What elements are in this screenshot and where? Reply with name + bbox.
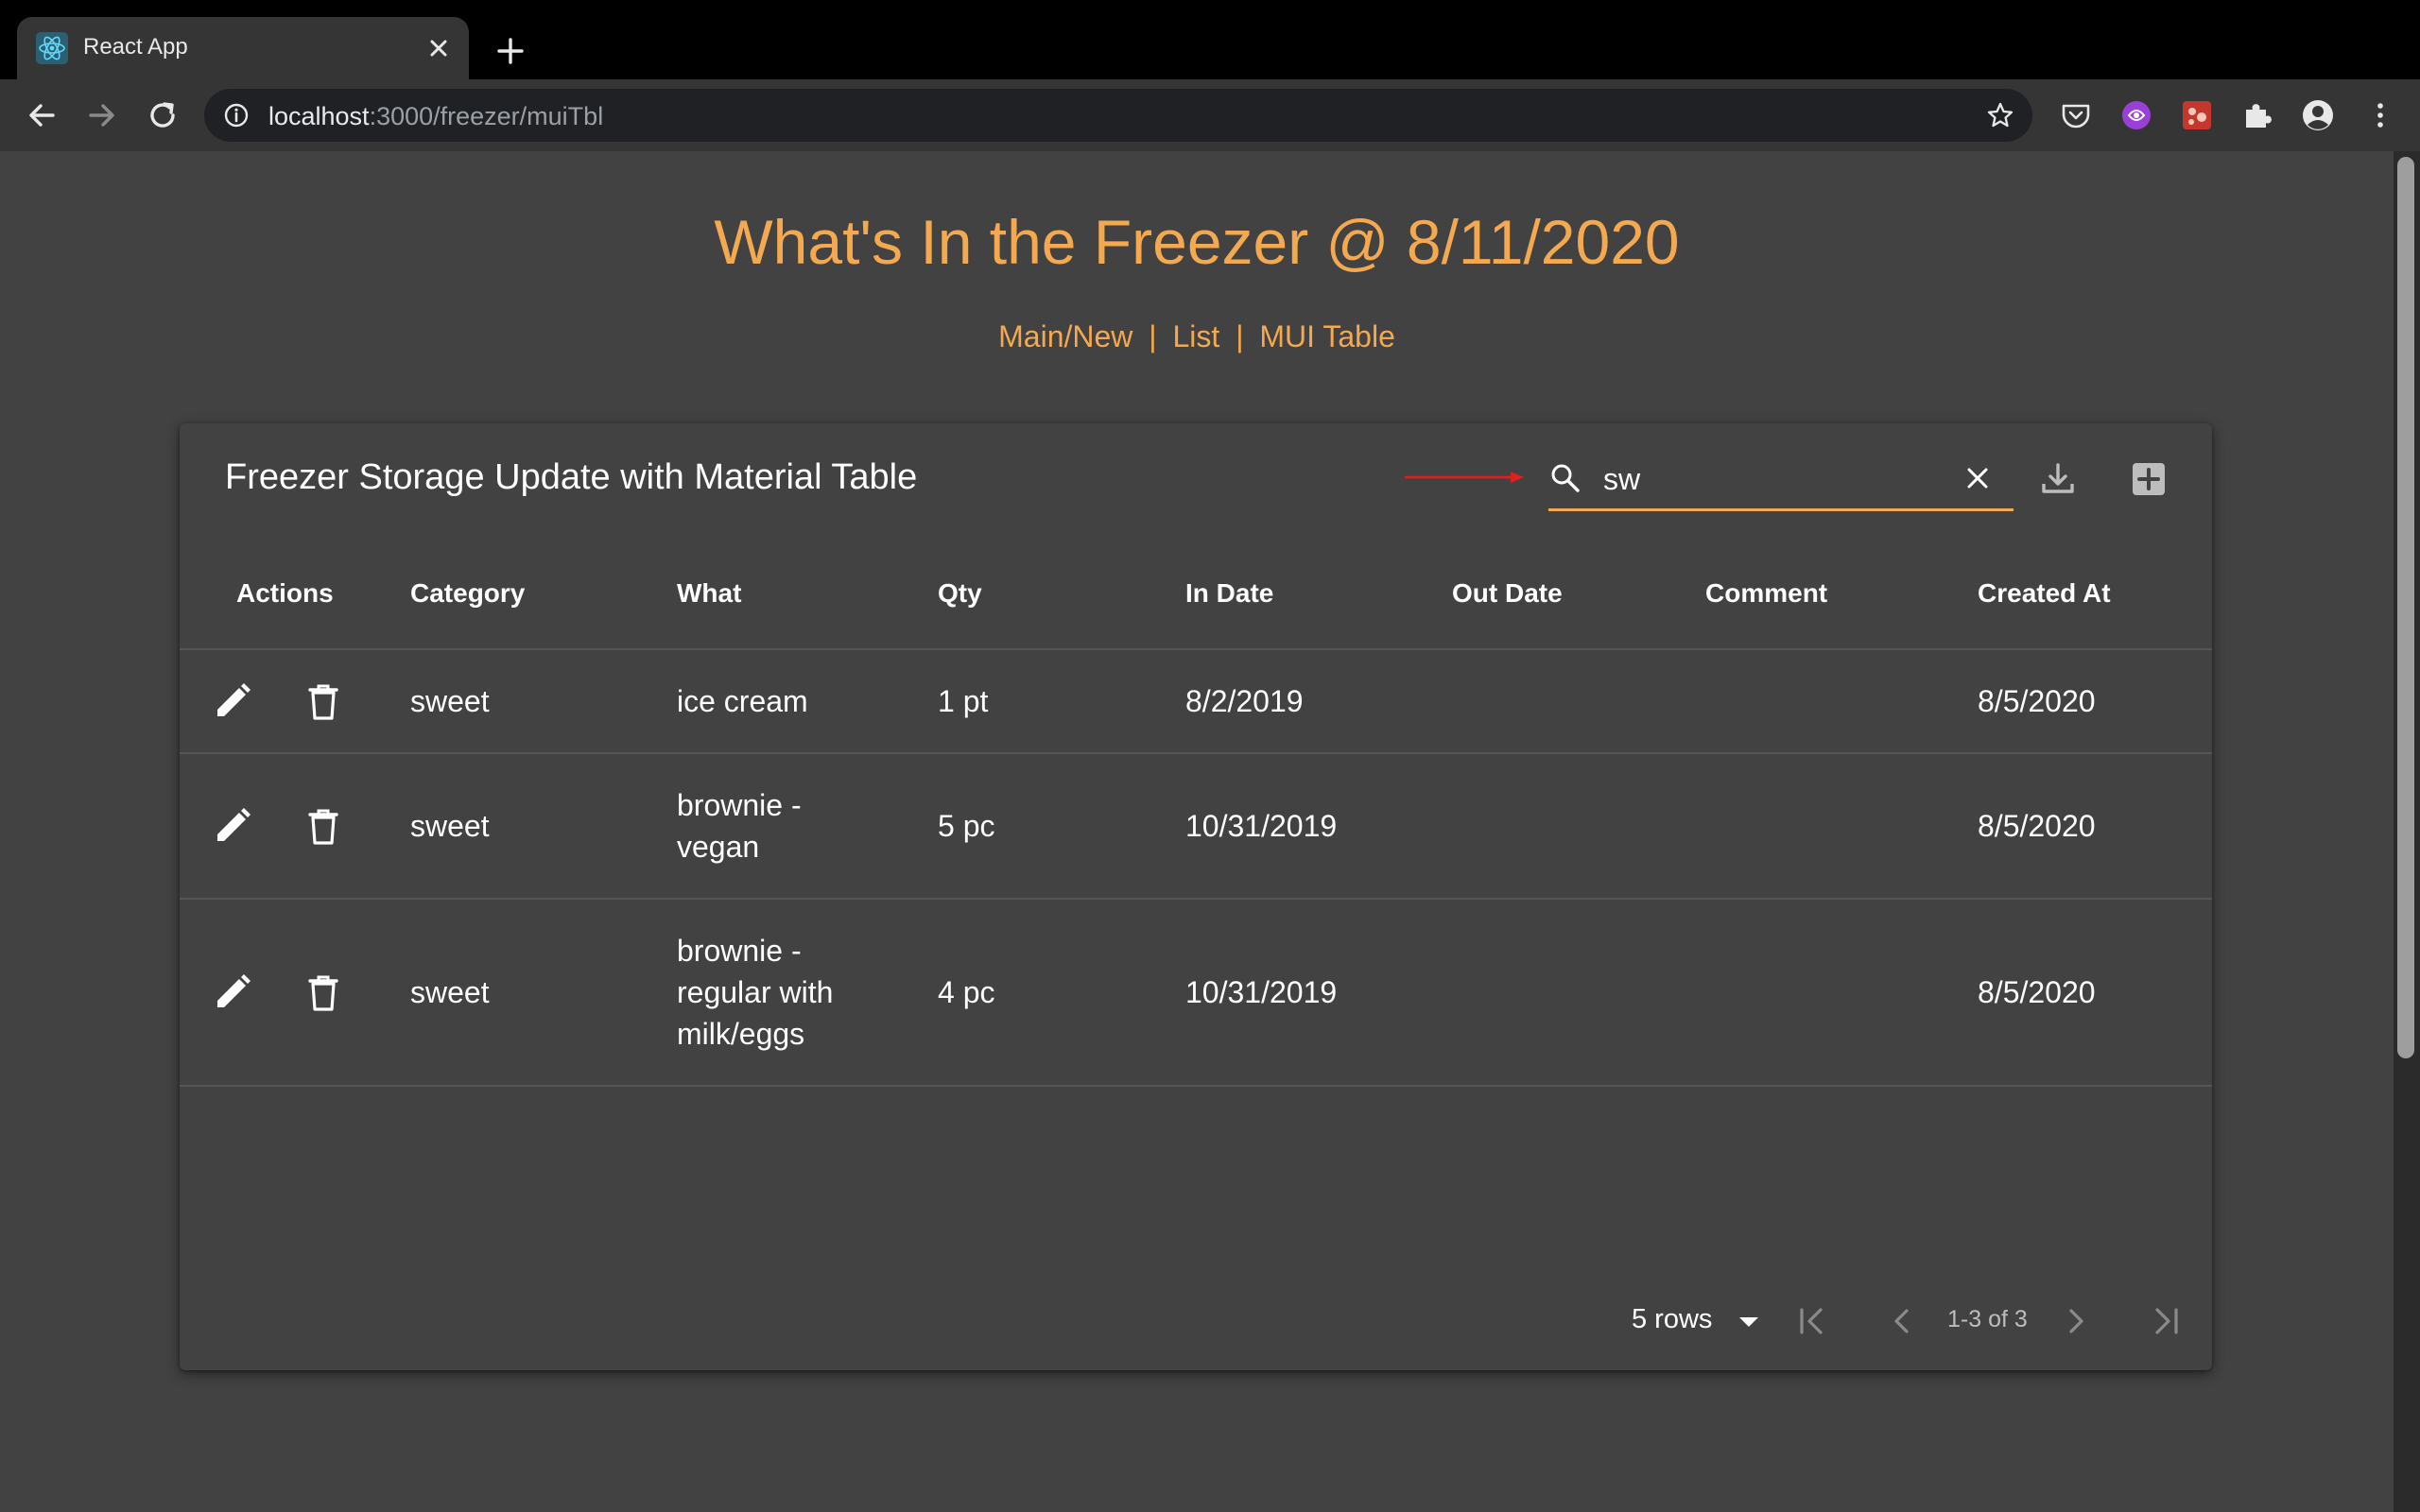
extensions-puzzle-icon[interactable] bbox=[2240, 98, 2274, 132]
cell-created-at: 8/5/2020 bbox=[1978, 684, 2096, 718]
search-input[interactable] bbox=[1601, 455, 1945, 503]
cell-in-date: 10/31/2019 bbox=[1185, 809, 1338, 843]
nav-separator: | bbox=[1236, 319, 1244, 353]
cell-category: sweet bbox=[410, 809, 490, 843]
cell-what: ice cream bbox=[677, 684, 808, 718]
header-divider bbox=[180, 648, 2212, 650]
bookmark-star-icon[interactable] bbox=[1985, 100, 2015, 130]
profile-avatar-icon[interactable] bbox=[2301, 98, 2335, 132]
delete-trash-icon[interactable] bbox=[302, 680, 344, 722]
tab-title: React App bbox=[83, 34, 188, 60]
red-arrow-annotation bbox=[1405, 472, 1524, 483]
cell-category: sweet bbox=[410, 975, 490, 1009]
row-divider bbox=[180, 1085, 2212, 1087]
clear-search-icon[interactable] bbox=[1962, 463, 1993, 493]
red-extension-icon[interactable] bbox=[2180, 98, 2214, 132]
browser-tab[interactable]: React App bbox=[17, 17, 469, 79]
column-header-qty[interactable]: Qty bbox=[938, 578, 982, 609]
site-info-icon[interactable] bbox=[223, 102, 250, 129]
dropdown-caret-icon[interactable] bbox=[1730, 1302, 1768, 1340]
react-logo-icon bbox=[36, 32, 68, 64]
last-page-icon[interactable] bbox=[2146, 1300, 2187, 1342]
column-header-what[interactable]: What bbox=[677, 578, 741, 609]
column-header-out-date[interactable]: Out Date bbox=[1452, 578, 1563, 609]
cell-what: brownie - vegan bbox=[677, 788, 802, 864]
row-divider bbox=[180, 752, 2212, 754]
pocket-icon[interactable] bbox=[2059, 98, 2093, 132]
url-text: localhost:3000/freezer/muiTbl bbox=[268, 102, 604, 130]
nav-link-main-new[interactable]: Main/New bbox=[998, 319, 1132, 353]
page-title: What's In the Freezer @ 8/11/2020 bbox=[714, 207, 1680, 277]
forward-icon[interactable] bbox=[83, 96, 121, 134]
page-scrollbar[interactable] bbox=[2394, 151, 2420, 1512]
browser-tab-strip: React App bbox=[0, 0, 2420, 79]
edit-pencil-icon[interactable] bbox=[212, 805, 253, 847]
export-download-icon[interactable] bbox=[2038, 459, 2078, 499]
cell-created-at: 8/5/2020 bbox=[1978, 975, 2096, 1009]
back-icon[interactable] bbox=[23, 96, 60, 134]
search-field[interactable] bbox=[1548, 450, 2014, 511]
column-header-in-date[interactable]: In Date bbox=[1185, 578, 1273, 609]
edit-pencil-icon[interactable] bbox=[212, 680, 253, 722]
reload-icon[interactable] bbox=[144, 96, 182, 134]
delete-trash-icon[interactable] bbox=[302, 805, 344, 847]
rows-per-page-select[interactable]: 5 rows bbox=[1632, 1304, 1712, 1335]
close-tab-icon[interactable] bbox=[424, 33, 454, 63]
add-row-icon[interactable] bbox=[2129, 459, 2169, 499]
previous-page-icon[interactable] bbox=[1881, 1300, 1923, 1342]
pagination-range: 1-3 of 3 bbox=[1947, 1306, 2028, 1332]
column-header-category[interactable]: Category bbox=[410, 578, 525, 609]
search-icon bbox=[1551, 464, 1580, 492]
row-divider bbox=[180, 898, 2212, 900]
table-title: Freezer Storage Update with Material Tab… bbox=[225, 457, 918, 497]
material-table-card: Freezer Storage Update with Material Tab… bbox=[180, 423, 2212, 1370]
cell-category: sweet bbox=[410, 684, 490, 718]
purple-extension-icon[interactable] bbox=[2119, 98, 2153, 132]
nav-link-list[interactable]: List bbox=[1173, 319, 1220, 353]
first-page-icon[interactable] bbox=[1790, 1300, 1832, 1342]
nav-separator: | bbox=[1149, 319, 1157, 353]
scrollbar-thumb[interactable] bbox=[2397, 157, 2414, 1058]
cell-qty: 5 pc bbox=[938, 809, 995, 843]
cell-created-at: 8/5/2020 bbox=[1978, 809, 2096, 843]
address-bar[interactable]: localhost:3000/freezer/muiTbl bbox=[204, 89, 2032, 142]
edit-pencil-icon[interactable] bbox=[212, 971, 253, 1013]
new-tab-icon[interactable] bbox=[492, 32, 529, 70]
cell-in-date: 10/31/2019 bbox=[1185, 975, 1338, 1009]
cell-qty: 1 pt bbox=[938, 684, 989, 718]
column-header-created-at[interactable]: Created At bbox=[1978, 578, 2111, 609]
next-page-icon[interactable] bbox=[2055, 1300, 2097, 1342]
cell-what: brownie - regular with milk/eggs bbox=[677, 934, 834, 1051]
cell-in-date: 8/2/2019 bbox=[1185, 684, 1304, 718]
browser-toolbar: localhost:3000/freezer/muiTbl bbox=[0, 79, 2420, 151]
column-header-actions: Actions bbox=[236, 578, 334, 608]
delete-trash-icon[interactable] bbox=[302, 971, 344, 1013]
column-header-comment[interactable]: Comment bbox=[1705, 578, 1827, 609]
browser-menu-icon[interactable] bbox=[2363, 98, 2397, 132]
cell-qty: 4 pc bbox=[938, 975, 995, 1009]
nav-link-mui-table[interactable]: MUI Table bbox=[1259, 319, 1394, 353]
page-nav: Main/New | List | MUI Table bbox=[0, 319, 2394, 354]
